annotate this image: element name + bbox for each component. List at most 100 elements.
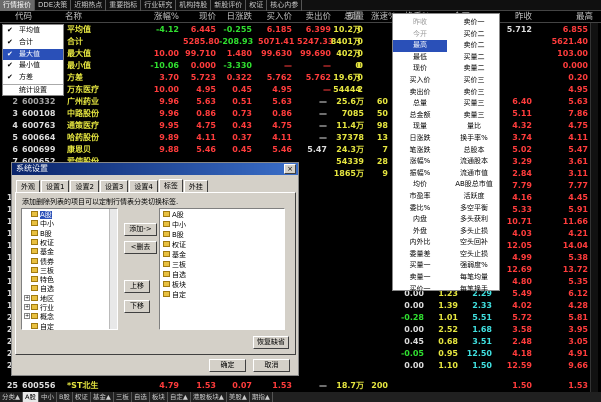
header-8[interactable]: 现量 xyxy=(347,11,364,23)
dialog-close-button[interactable]: × xyxy=(284,164,296,174)
context-menu-item[interactable]: 多头获利 xyxy=(447,214,501,226)
context-menu-item[interactable]: 买价三 xyxy=(447,75,501,87)
top-tab-3[interactable]: 重要指标 xyxy=(106,0,142,11)
dialog-tab-5[interactable]: 标签 xyxy=(158,179,183,192)
context-menu-item[interactable]: 最低 xyxy=(393,52,447,64)
context-menu-item[interactable]: 卖出价 xyxy=(393,87,447,99)
context-menu-item[interactable]: 空头回补 xyxy=(447,237,501,249)
context-menu-item[interactable]: 涨幅% xyxy=(393,156,447,168)
stat-menu-item-4[interactable]: ✔ 方差 xyxy=(3,72,63,84)
restore-default-button[interactable]: 恢复缺省 xyxy=(253,336,289,349)
context-menu-item[interactable]: 卖价一 xyxy=(447,17,501,29)
context-menu-item[interactable]: 空头止损 xyxy=(447,249,501,261)
remove-button[interactable]: <删去 xyxy=(124,241,157,254)
bottom-tab-5[interactable]: 基金▲ xyxy=(91,392,114,402)
context-menu-item[interactable]: 内盘 xyxy=(393,214,447,226)
bottom-tab-11[interactable]: 美股▲ xyxy=(227,392,250,402)
context-menu-item[interactable]: 每笔换手 xyxy=(447,284,501,296)
bottom-tab-2[interactable]: 中小 xyxy=(39,392,57,402)
stat-menu-item-1[interactable]: ✔ 合计 xyxy=(3,37,63,49)
context-menu-item[interactable]: 每笔均量 xyxy=(447,272,501,284)
list-item[interactable]: 自选 xyxy=(163,270,186,280)
context-menu-item[interactable]: 总量 xyxy=(393,98,447,110)
context-menu-item[interactable]: 内外比 xyxy=(393,237,447,249)
list-item[interactable]: B股 xyxy=(163,230,184,240)
dialog-tab-2[interactable]: 设置2 xyxy=(70,180,99,192)
bottom-tab-3[interactable]: B股 xyxy=(57,392,73,402)
context-menu-item[interactable]: 多空平衡 xyxy=(447,203,501,215)
bottom-tab-1[interactable]: A股 xyxy=(23,392,39,402)
table-row[interactable]: 6 600699 康恩贝 9.88 5.46 0.45 5.46 5.47 24.3万 7 5.02… xyxy=(0,144,601,156)
top-tab-8[interactable]: 核心内参 xyxy=(267,0,303,11)
bottom-tab-6[interactable]: 三板 xyxy=(114,392,132,402)
top-tab-5[interactable]: 机构持股 xyxy=(176,0,212,11)
list-item[interactable]: A股 xyxy=(163,210,184,220)
top-tab-0[interactable]: 行情报价 xyxy=(0,0,35,11)
header-9[interactable]: 涨速% xyxy=(371,11,396,23)
top-tab-6[interactable]: 新股评价 xyxy=(211,0,247,11)
cancel-button[interactable]: 取消 xyxy=(253,359,290,372)
list-item[interactable]: 基金 xyxy=(163,250,186,260)
dialog-tab-1[interactable]: 设置1 xyxy=(41,180,70,192)
context-menu-item[interactable]: 总股本 xyxy=(447,145,501,157)
context-menu-item[interactable]: 买量二 xyxy=(447,52,501,64)
available-items-tree[interactable]: A股 中小 B股 权证 基金 债券 三板 特色 自选 + 地区 + 行业 + 概念 自定 xyxy=(21,208,118,332)
context-menu-item[interactable]: 委量差 xyxy=(393,249,447,261)
stat-menu-item-0[interactable]: ✔ 平均值 xyxy=(3,25,63,37)
context-menu-item[interactable]: 买量一 xyxy=(393,260,447,272)
context-menu-item[interactable]: 买入价 xyxy=(393,75,447,87)
table-row[interactable]: 5 600664 哈药股份 9.89 4.11 0.37 4.11—37378 13 3.74 4… xyxy=(0,132,601,144)
context-menu-item[interactable]: 振幅% xyxy=(393,168,447,180)
add-button[interactable]: 添加-> xyxy=(124,223,157,236)
context-menu-item[interactable]: 流通市值 xyxy=(447,168,501,180)
header-5[interactable]: 买入价 xyxy=(258,11,292,23)
dialog-tab-0[interactable]: 外观 xyxy=(16,180,40,192)
dialog-tab-3[interactable]: 设置3 xyxy=(99,180,129,192)
header-2[interactable]: 涨幅% xyxy=(146,11,179,23)
context-menu-item[interactable]: 总金额 xyxy=(393,110,447,122)
header-0[interactable]: 代码 xyxy=(15,11,50,23)
bottom-tab-10[interactable]: 港股板块▲ xyxy=(191,392,227,402)
context-menu-item[interactable]: 昨收 xyxy=(393,17,447,29)
context-menu-item[interactable]: 量比 xyxy=(447,121,501,133)
move-up-button[interactable]: 上移 xyxy=(124,280,150,293)
context-menu-item[interactable]: 流通股本 xyxy=(447,156,501,168)
context-menu-item[interactable]: 强弱度% xyxy=(447,260,501,272)
bottom-tab-9[interactable]: 自定▲ xyxy=(168,392,191,402)
list-item[interactable]: 中小 xyxy=(163,220,186,230)
context-menu-item[interactable]: 外盘 xyxy=(393,226,447,238)
bottom-tab-12[interactable]: 期指▲ xyxy=(250,392,273,402)
context-menu-item[interactable]: 换手率% xyxy=(447,133,501,145)
context-menu-item[interactable]: 活跃度 xyxy=(447,191,501,203)
header-12[interactable]: 昨收 xyxy=(500,11,532,23)
context-menu-item[interactable]: 卖量三 xyxy=(447,110,501,122)
selected-items-list[interactable]: A股 中小 B股 权证 基金 三板 自选 板块 自定 xyxy=(159,208,285,330)
context-menu-item[interactable]: 卖价三 xyxy=(447,87,501,99)
move-down-button[interactable]: 下移 xyxy=(124,300,150,313)
expand-icon[interactable]: + xyxy=(24,294,30,301)
tree-item[interactable]: 自定 xyxy=(31,322,54,332)
stat-menu-item-3[interactable]: ✔ 最小值 xyxy=(3,60,63,72)
bottom-tab-0[interactable]: 分类▲ xyxy=(0,392,23,402)
bottom-tab-4[interactable]: 权证 xyxy=(73,392,91,402)
stat-menu-item-2[interactable]: ✔ 最大值 xyxy=(3,48,63,61)
header-4[interactable]: 日涨跌 xyxy=(219,11,252,23)
table-row[interactable]: 25 600556 *ST北生 4.79 1.53 0.07 1.53—18.7万 200 1.… xyxy=(0,380,601,392)
context-menu-item[interactable]: 现价 xyxy=(393,63,447,75)
context-menu-item[interactable]: 委比% xyxy=(393,203,447,215)
context-menu-item[interactable]: 买价一 xyxy=(393,284,447,296)
dialog-tab-4[interactable]: 设置4 xyxy=(129,180,158,192)
context-menu-item[interactable]: AB股总市值 xyxy=(447,179,501,191)
context-menu-item[interactable]: 买价二 xyxy=(447,29,501,41)
list-item[interactable]: 权证 xyxy=(163,240,186,250)
ok-button[interactable]: 确定 xyxy=(209,359,246,372)
context-menu-item[interactable]: 多头止损 xyxy=(447,226,501,238)
list-item[interactable]: 板块 xyxy=(163,280,186,290)
context-menu-item[interactable]: 笔涨跌 xyxy=(393,145,447,157)
context-menu-item[interactable]: 今开 xyxy=(393,29,447,41)
bottom-tab-7[interactable]: 自选 xyxy=(132,392,150,402)
top-tab-2[interactable]: 近期热点 xyxy=(71,0,107,11)
top-tab-7[interactable]: 权证 xyxy=(246,0,268,11)
list-item[interactable]: 三板 xyxy=(163,260,186,270)
tree-scrollbar[interactable] xyxy=(109,209,117,329)
